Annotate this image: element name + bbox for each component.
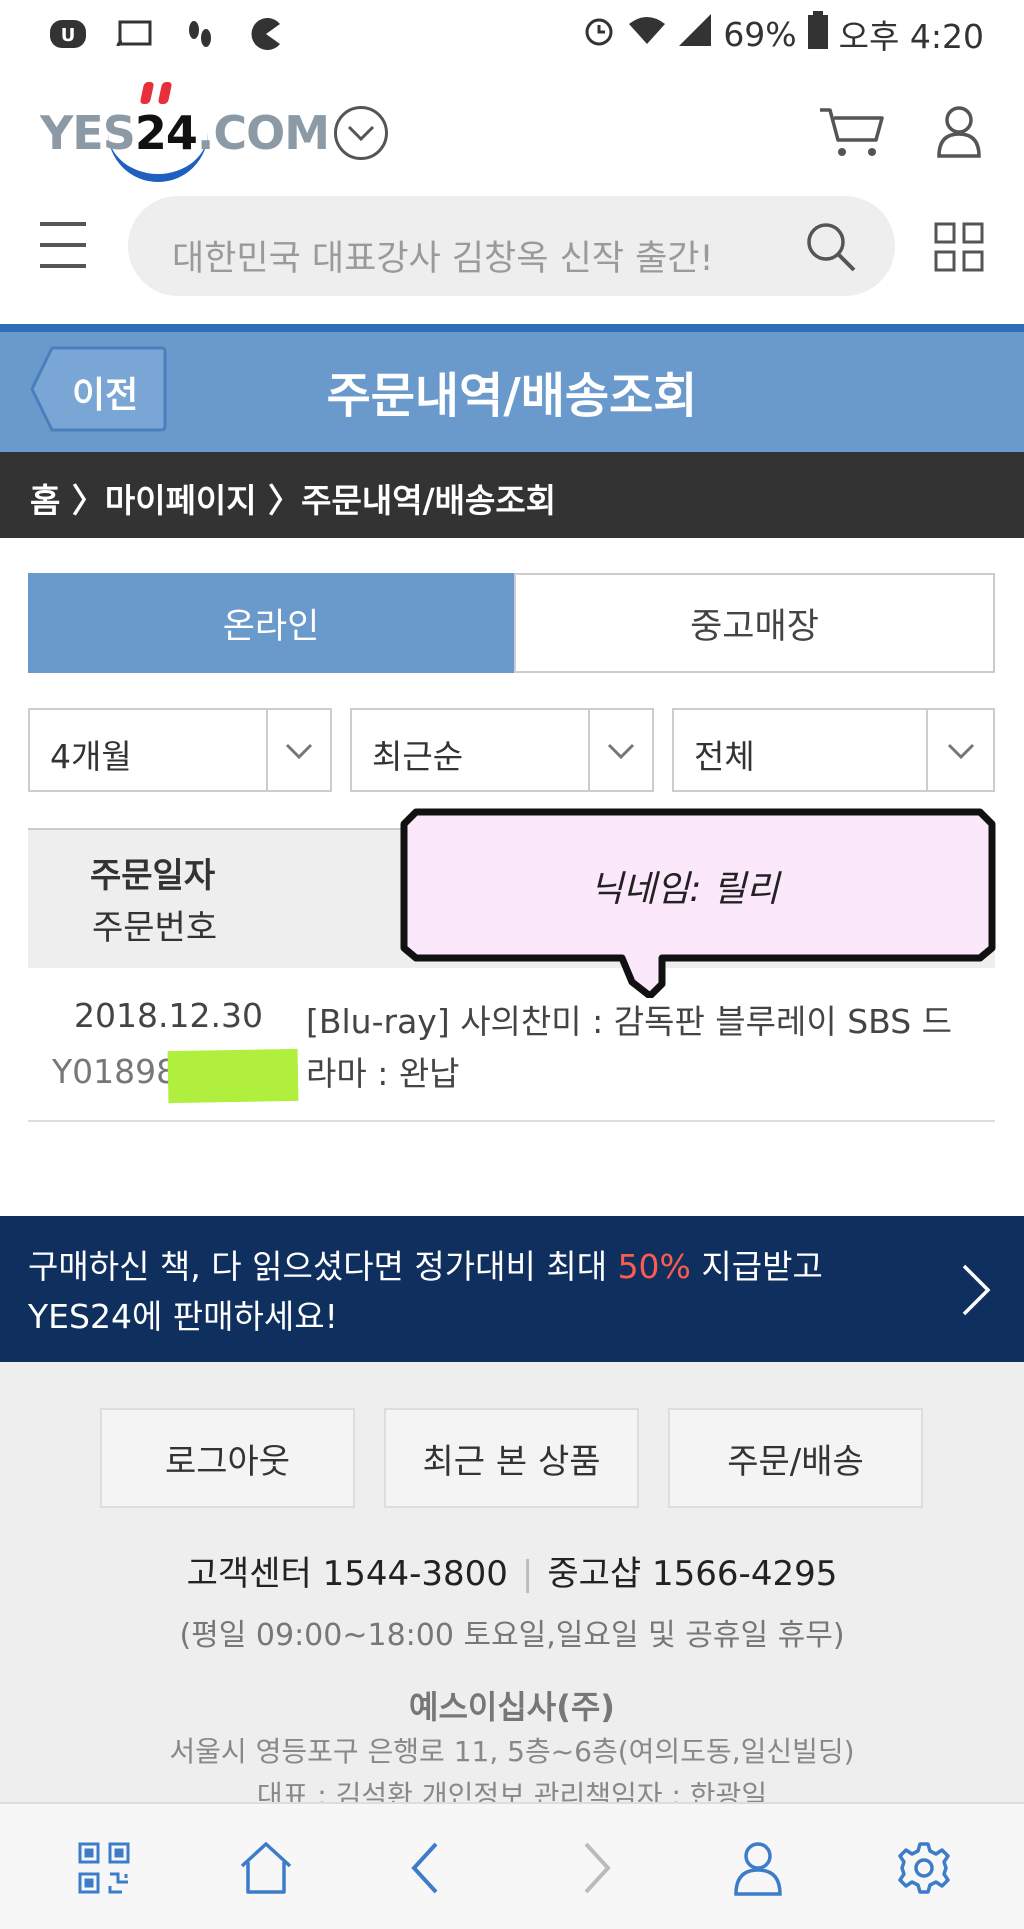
user-icon[interactable]: [936, 104, 982, 158]
home-icon[interactable]: [238, 1840, 294, 1896]
column-order-date: 주문일자: [90, 856, 216, 896]
cart-icon[interactable]: [818, 104, 884, 160]
bottom-navigation: [0, 1802, 1024, 1929]
chevron-down-icon: [285, 743, 313, 760]
table-row-divider: [28, 1120, 995, 1122]
walk-icon: [180, 16, 220, 52]
recently-viewed-button[interactable]: 최근 본 상품: [384, 1408, 639, 1508]
user-icon[interactable]: [730, 1840, 786, 1896]
banner-text-prefix: 구매하신 책, 다 읽으셨다면 정가대비 최대: [28, 1247, 618, 1286]
logo-number: 24: [134, 106, 198, 160]
search-icon[interactable]: [802, 218, 858, 274]
status-bar-left-icons: U: [48, 14, 286, 54]
cast-icon: [114, 16, 154, 52]
contact-separator: |: [521, 1554, 534, 1594]
chevron-down-icon: [947, 743, 975, 760]
period-select[interactable]: 4개월: [28, 708, 332, 792]
svg-text:U: U: [61, 25, 76, 46]
banner-text-suffix: 지급받고: [690, 1247, 823, 1286]
order-date: 2018.12.30: [74, 996, 263, 1035]
company-address: 서울시 영등포구 은행로 11, 5층~6층(여의도동,일신빌딩): [169, 1735, 855, 1768]
pacman-icon: [246, 16, 286, 52]
used-shop-phone[interactable]: 중고샵 1566-4295: [547, 1554, 837, 1594]
chevron-right-icon[interactable]: [960, 1262, 992, 1318]
menu-hamburger-icon[interactable]: [40, 222, 88, 268]
signal-icon: [677, 12, 713, 56]
banner-line-1[interactable]: 구매하신 책, 다 읽으셨다면 정가대비 최대 50% 지급받고: [28, 1240, 823, 1288]
alarm-icon: [581, 12, 617, 56]
category-grid-icon[interactable]: [934, 222, 984, 272]
contact-info: 고객센터 1544-3800 | 중고샵 1566-4295: [0, 1546, 1024, 1595]
logo-mark-right: [157, 82, 173, 104]
status-bar-right: 69% 오후 4:20: [581, 10, 984, 58]
yes24-logo[interactable]: YES24.COM: [40, 80, 330, 185]
clock: 오후 4:20: [838, 17, 984, 56]
back-arrow-icon[interactable]: [400, 1840, 456, 1896]
sort-select[interactable]: 최근순: [350, 708, 654, 792]
sort-select-value: 최근순: [372, 737, 464, 776]
status-select-value: 전체: [694, 737, 755, 776]
company-name: 예스이십사(주): [409, 1688, 615, 1726]
status-select[interactable]: 전체: [672, 708, 995, 792]
sticker-text: 닉네임: 릴리: [590, 869, 780, 910]
forward-arrow-icon[interactable]: [566, 1840, 622, 1896]
tab-used-store[interactable]: 중고매장: [514, 573, 995, 673]
logo-mark-left: [139, 82, 155, 104]
order-item-title[interactable]: [Blu-ray] 사의찬미 : 감독판 블루레이 SBS 드라마 : 완납: [306, 996, 976, 1100]
highlighter-redaction: [167, 1048, 299, 1104]
breadcrumb[interactable]: 홈 〉마이페이지 〉주문내역/배송조회: [0, 452, 1024, 538]
chevron-down-icon: [607, 743, 635, 760]
business-hours: (평일 09:00~18:00 토요일,일요일 및 공휴일 휴무): [179, 1618, 845, 1653]
order-number[interactable]: Y01898: [52, 1052, 177, 1091]
qr-code-icon[interactable]: [76, 1840, 132, 1896]
tab-online[interactable]: 온라인: [28, 573, 514, 673]
logo-suffix: .COM: [196, 106, 330, 160]
logo-text: YES24.COM: [40, 106, 330, 160]
page-title: 주문내역/배송조회: [326, 368, 698, 424]
period-select-value: 4개월: [50, 737, 132, 776]
customer-center-phone[interactable]: 고객센터 1544-3800: [187, 1554, 508, 1594]
column-order-number: 주문번호: [92, 908, 218, 948]
sell-books-banner[interactable]: [0, 1216, 1024, 1362]
logo-prefix: YES: [40, 106, 136, 160]
banner-line-2[interactable]: YES24에 판매하세요!: [28, 1290, 338, 1338]
search-placeholder[interactable]: 대한민국 대표강사 김창옥 신작 출간!: [172, 230, 714, 281]
banner-percent: 50%: [617, 1247, 691, 1286]
order-delivery-button[interactable]: 주문/배송: [668, 1408, 923, 1508]
battery-icon: [807, 11, 829, 57]
wifi-icon: [627, 12, 667, 56]
battery-percent: 69%: [723, 14, 797, 54]
settings-gear-icon[interactable]: [896, 1840, 952, 1896]
chevron-down-icon[interactable]: [334, 106, 388, 160]
logout-button[interactable]: 로그아웃: [100, 1408, 355, 1508]
uplus-icon: U: [48, 16, 88, 52]
